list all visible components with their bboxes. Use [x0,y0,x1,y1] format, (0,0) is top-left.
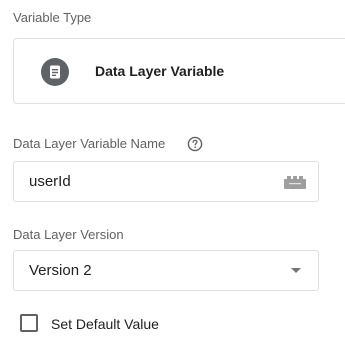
variable-type-card[interactable]: Data Layer Variable [13,38,345,104]
dl-variable-name-input[interactable]: userId [13,161,319,202]
variable-type-icon [41,58,69,86]
dl-version-select[interactable]: Version 2 [13,250,319,291]
help-icon[interactable] [187,136,203,152]
dl-variable-name-label: Data Layer Variable Name [13,136,166,151]
set-default-value-checkbox[interactable] [20,314,38,332]
dl-variable-name-value: userId [29,173,71,190]
building-block-icon[interactable] [283,175,307,189]
set-default-value-label[interactable]: Set Default Value [51,316,159,332]
dl-version-label: Data Layer Version [13,227,124,242]
dl-version-value: Version 2 [29,262,92,279]
variable-type-label: Variable Type [13,10,92,25]
variable-type-name: Data Layer Variable [95,63,225,79]
dropdown-arrow-icon [291,268,301,273]
